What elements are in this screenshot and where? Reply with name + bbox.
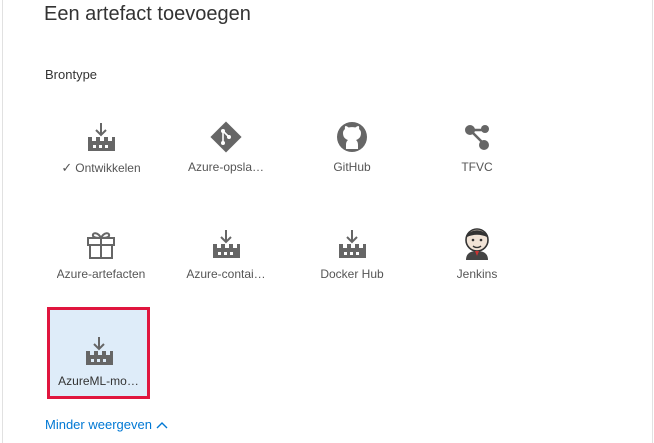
build-icon bbox=[84, 120, 118, 154]
docker-hub-icon bbox=[335, 227, 369, 261]
azure-container-icon bbox=[209, 227, 243, 261]
source-type-label: Brontype bbox=[45, 67, 98, 82]
tile-azure-container[interactable]: Azure-contai… bbox=[174, 211, 278, 301]
tile-label: Azure-contai… bbox=[186, 267, 266, 281]
tfvc-icon bbox=[460, 120, 494, 154]
tile-azureml-model[interactable]: AzureML-mo… bbox=[47, 307, 150, 399]
github-icon bbox=[335, 120, 369, 154]
tile-azure-artifacts[interactable]: Azure-artefacten bbox=[49, 211, 153, 301]
azureml-model-icon bbox=[82, 334, 116, 368]
jenkins-icon bbox=[460, 227, 494, 261]
panel-title: Een artefact toevoegen bbox=[44, 3, 251, 25]
show-less-label: Minder weergeven bbox=[45, 417, 152, 432]
tile-label: Azure-artefacten bbox=[56, 267, 146, 281]
azure-repos-git-icon bbox=[209, 120, 243, 154]
add-artifact-panel: Een artefact toevoegen Brontype ✓ Ontwik… bbox=[2, 0, 653, 443]
chevron-up-icon bbox=[156, 421, 168, 428]
azure-artifacts-icon bbox=[84, 227, 118, 261]
tile-tfvc[interactable]: TFVC bbox=[425, 104, 529, 194]
tile-github[interactable]: GitHub bbox=[300, 104, 404, 194]
tile-jenkins[interactable]: Jenkins bbox=[425, 211, 529, 301]
show-less-link[interactable]: Minder weergeven bbox=[45, 417, 168, 432]
tile-label: Docker Hub bbox=[320, 267, 384, 281]
tile-label: Azure-opsla… bbox=[187, 160, 265, 174]
checkmark-icon: ✓ bbox=[61, 160, 73, 175]
tile-label: Ontwikkelen bbox=[75, 161, 141, 175]
tile-label: GitHub bbox=[333, 160, 371, 174]
tile-label: Jenkins bbox=[456, 267, 498, 281]
tile-azure-repos[interactable]: Azure-opsla… bbox=[174, 104, 278, 194]
tile-label: AzureML-mo… bbox=[58, 374, 139, 388]
tile-docker-hub[interactable]: Docker Hub bbox=[300, 211, 404, 301]
tile-label: TFVC bbox=[461, 160, 493, 174]
tile-build[interactable]: ✓ Ontwikkelen bbox=[49, 104, 153, 194]
